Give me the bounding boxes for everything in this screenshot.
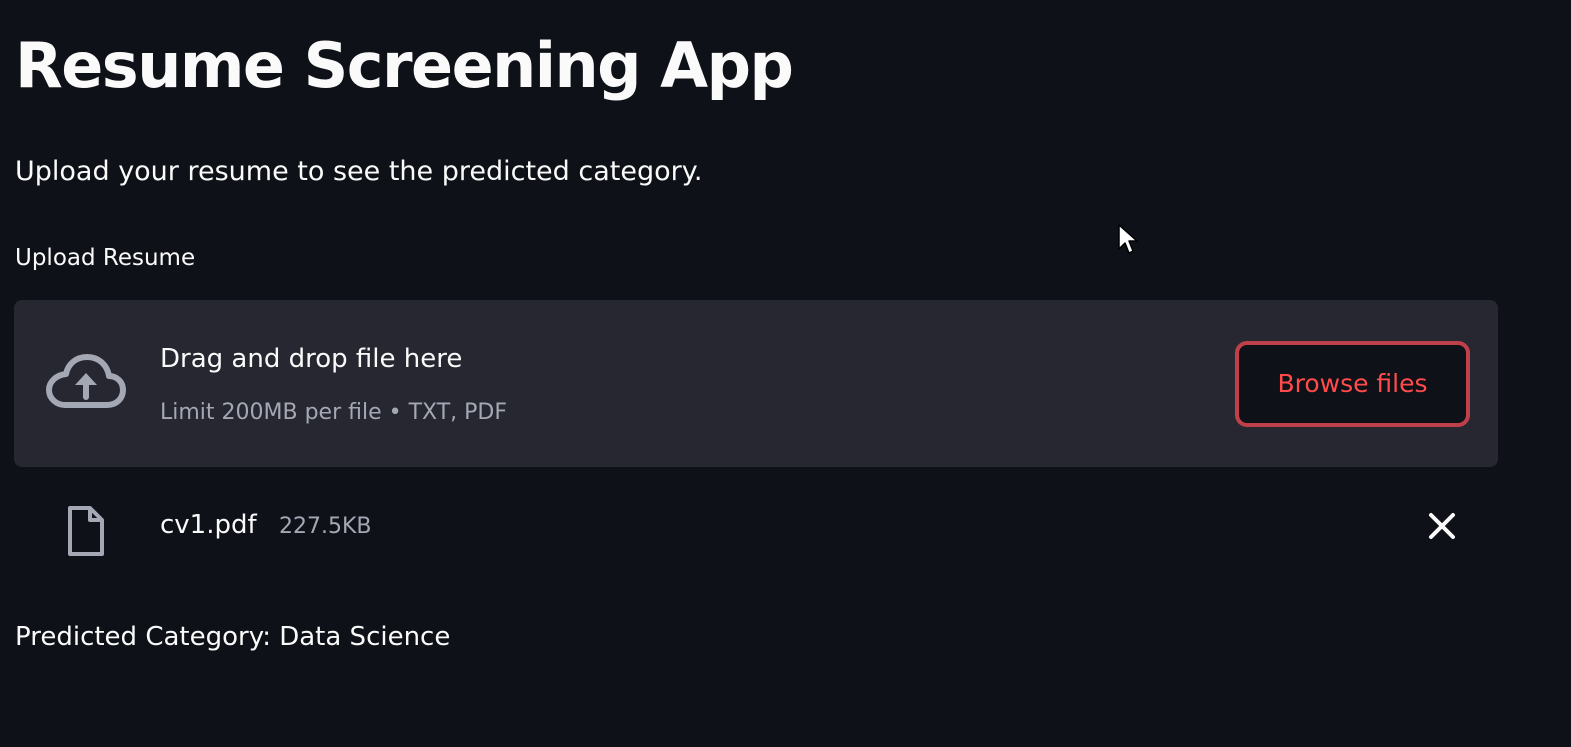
page-subtitle: Upload your resume to see the predicted …: [15, 156, 703, 187]
page-title: Resume Screening App: [15, 29, 794, 102]
close-icon[interactable]: [1420, 504, 1464, 548]
predicted-category: Predicted Category: Data Science: [15, 622, 451, 652]
cloud-upload-icon: [46, 354, 126, 408]
dropzone-title: Drag and drop file here: [160, 344, 463, 374]
browse-files-button[interactable]: Browse files: [1235, 341, 1470, 427]
uploaded-file-name: cv1.pdf: [160, 510, 257, 540]
dropzone-limits: Limit 200MB per file • TXT, PDF: [160, 400, 508, 425]
file-icon: [68, 506, 104, 556]
upload-resume-label: Upload Resume: [15, 245, 196, 271]
mouse-cursor-icon: [1118, 224, 1138, 254]
uploaded-file-size: 227.5KB: [279, 514, 372, 539]
